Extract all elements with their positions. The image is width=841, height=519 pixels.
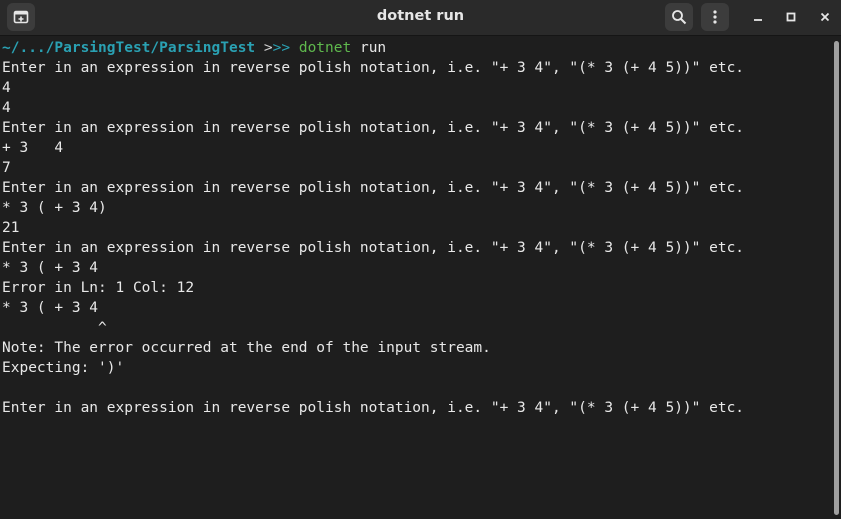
maximize-icon [785, 8, 797, 27]
minimize-button[interactable] [745, 4, 771, 30]
search-icon [671, 9, 687, 25]
output-line: Note: The error occurred at the end of t… [2, 340, 491, 356]
output-line: * 3 ( + 3 4 [2, 300, 99, 316]
minimize-icon [752, 8, 764, 27]
vertical-scrollbar[interactable] [831, 37, 841, 519]
command-args: run [351, 40, 387, 56]
output-line: 4 [2, 100, 11, 116]
output-line: 7 [2, 160, 11, 176]
prompt-symbol-arrows: >> [272, 40, 299, 56]
command-name: dotnet [298, 40, 352, 56]
output-line: Enter in an expression in reverse polish… [2, 60, 745, 76]
output-line: * 3 ( + 3 4 [2, 260, 99, 276]
title-bar: dotnet run [0, 0, 841, 36]
output-line: Error in Ln: 1 Col: 12 [2, 280, 195, 296]
output-line: Enter in an expression in reverse polish… [2, 120, 745, 136]
output-line: ^ [2, 320, 107, 336]
maximize-button[interactable] [778, 4, 804, 30]
search-button[interactable] [665, 3, 693, 31]
close-icon [819, 8, 831, 27]
output-line: Expecting: ')' [2, 360, 125, 376]
output-line: Enter in an expression in reverse polish… [2, 240, 745, 256]
kebab-menu-icon [707, 9, 723, 25]
prompt-symbol: > [255, 40, 273, 56]
close-button[interactable] [812, 4, 838, 30]
output-line: 4 [2, 80, 11, 96]
output-line: Enter in an expression in reverse polish… [2, 400, 745, 416]
prompt-path: ~/.../ParsingTest/ParsingTest [2, 40, 256, 56]
output-line: + 3 4 [2, 140, 64, 156]
output-line: 21 [2, 220, 20, 236]
prompt-line: ~/.../ParsingTest/ParsingTest >>> dotnet… [2, 38, 744, 58]
scrollbar-thumb[interactable] [834, 41, 839, 515]
output-line: Enter in an expression in reverse polish… [2, 180, 745, 196]
menu-button[interactable] [701, 3, 729, 31]
output-line: * 3 ( + 3 4) [2, 200, 107, 216]
terminal-output[interactable]: ~/.../ParsingTest/ParsingTest >>> dotnet… [0, 37, 831, 519]
